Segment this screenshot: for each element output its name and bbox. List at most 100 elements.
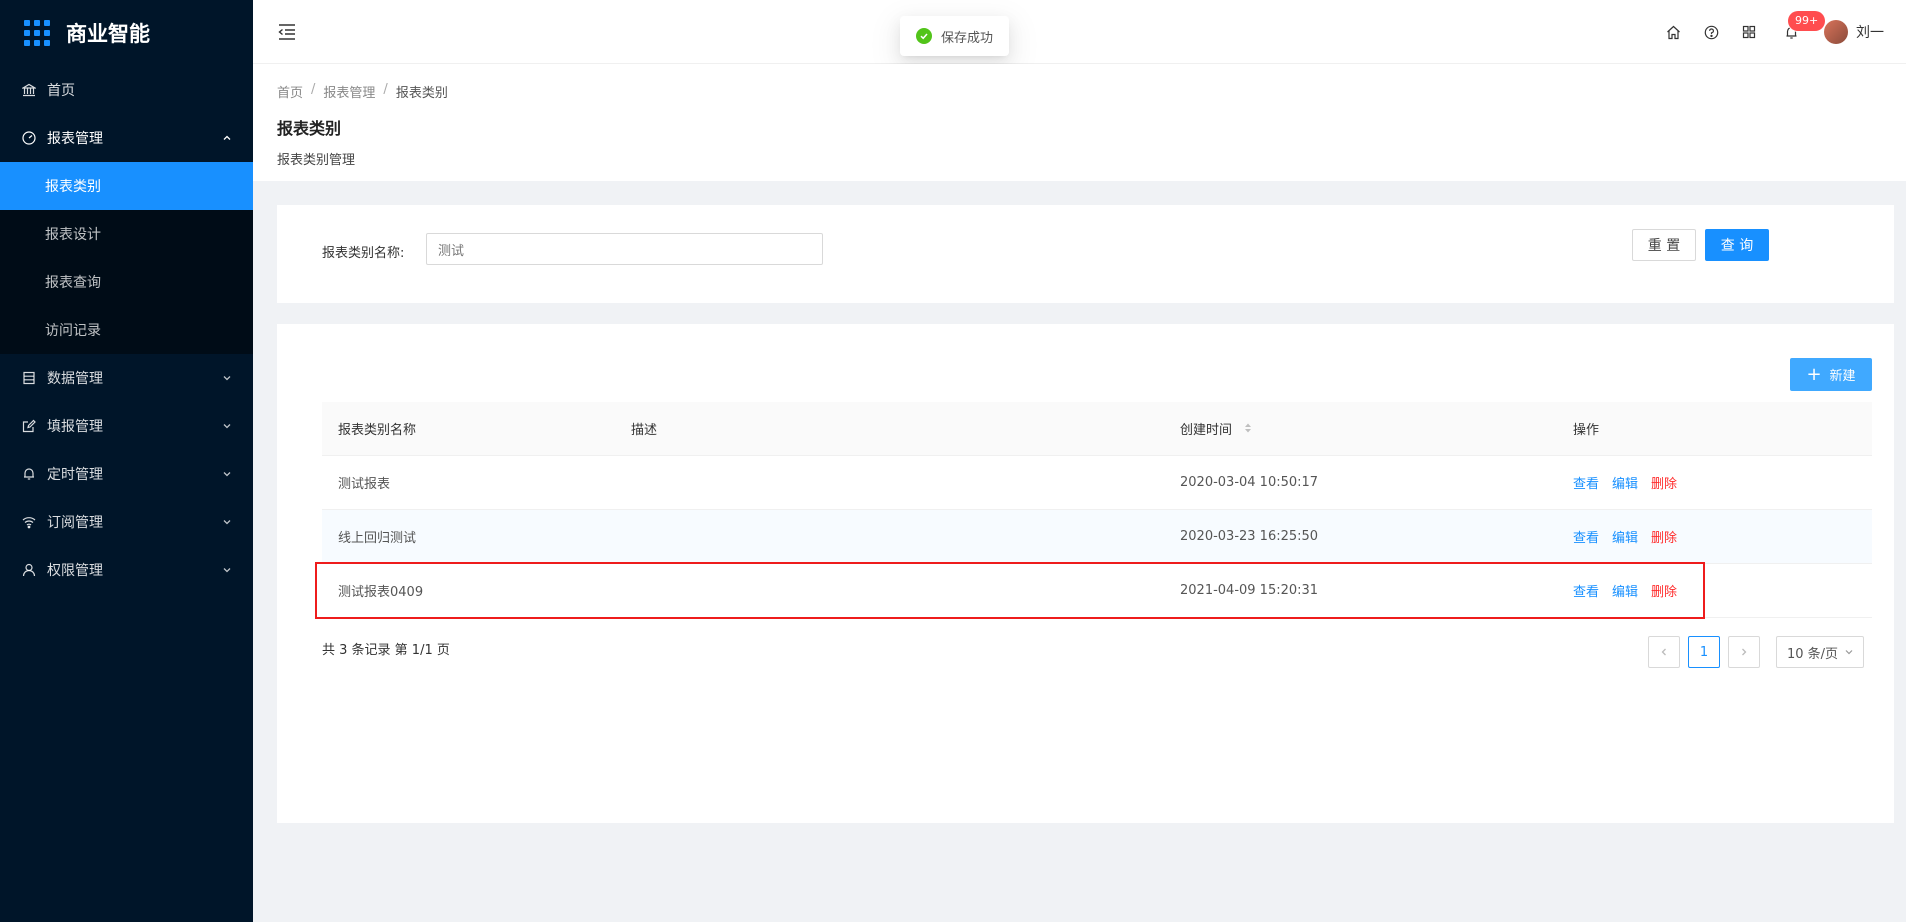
page-header: 首页 / 报表管理 / 报表类别 报表类别 报表类别管理 [253, 64, 1906, 181]
sidebar-item-label: 报表管理 [47, 131, 103, 147]
menu-fold-icon[interactable] [277, 23, 297, 41]
chevron-down-icon [221, 564, 233, 576]
help-icon[interactable] [1692, 0, 1730, 64]
delete-link[interactable]: 删除 [1651, 585, 1677, 600]
user-icon [22, 563, 36, 577]
cell-created-time: 2020-03-04 10:50:17 [1180, 475, 1319, 490]
sidebar-item-report-design[interactable]: 报表设计 [0, 210, 253, 258]
cell-actions: 查看 编辑 删除 [1557, 473, 1872, 492]
breadcrumb-separator: / [311, 82, 316, 97]
column-header-actions: 操作 [1573, 423, 1600, 438]
success-toast: 保存成功 [900, 16, 1010, 56]
chevron-up-icon [221, 132, 233, 144]
check-circle-icon [916, 28, 932, 44]
breadcrumb-separator: / [383, 82, 388, 97]
sidebar-item-label: 订阅管理 [47, 515, 103, 531]
cell-name: 线上回归测试 [338, 531, 417, 546]
notification-bell[interactable]: 99+ [1772, 0, 1826, 64]
new-button[interactable]: + 新建 [1790, 358, 1872, 391]
sidebar-item-label: 权限管理 [47, 563, 103, 579]
view-link[interactable]: 查看 [1573, 477, 1599, 492]
page-size-select[interactable]: 10 条/页 [1776, 636, 1864, 668]
delete-link[interactable]: 删除 [1651, 531, 1677, 546]
sidebar-item-report-category[interactable]: 报表类别 [0, 162, 253, 210]
side-menu: 首页 报表管理 报表类别 报表设计 报表查询 访问记录 数据管理 填报管理 定时… [0, 66, 253, 594]
header-actions: 99+ 刘一 [1654, 0, 1906, 64]
notification-badge: 99+ [1788, 11, 1826, 31]
next-page-button[interactable] [1728, 636, 1760, 668]
toast-message: 保存成功 [941, 30, 994, 46]
cell-name: 测试报表0409 [338, 585, 424, 600]
cell-actions: 查看 编辑 删除 [1557, 581, 1872, 600]
sidebar-item-label: 首页 [47, 83, 75, 99]
cell-created-time: 2021-04-09 15:20:31 [1180, 583, 1319, 598]
sidebar-item-permission-management[interactable]: 权限管理 [0, 546, 253, 594]
breadcrumb-home[interactable]: 首页 [277, 82, 303, 101]
sidebar: 商业智能 首页 报表管理 报表类别 报表设计 报表查询 访问记录 数据管理 填报… [0, 0, 253, 922]
apps-logo-icon [24, 20, 50, 46]
sidebar-item-report-query[interactable]: 报表查询 [0, 258, 253, 306]
reset-button[interactable]: 重 置 [1632, 229, 1696, 261]
column-header-name: 报表类别名称 [338, 423, 417, 438]
report-category-table: 报表类别名称 描述 创建时间 操作 测试报表 2020-03-04 10:50:… [322, 402, 1872, 618]
sidebar-item-data-management[interactable]: 数据管理 [0, 354, 253, 402]
edit-link[interactable]: 编辑 [1612, 477, 1638, 492]
delete-link[interactable]: 删除 [1651, 477, 1677, 492]
chevron-down-icon [221, 468, 233, 480]
cell-created-time: 2020-03-23 16:25:50 [1180, 529, 1319, 544]
logo[interactable]: 商业智能 [0, 0, 253, 66]
form-icon [22, 419, 36, 433]
page-1-button[interactable]: 1 [1688, 636, 1720, 668]
plus-icon: + [1806, 363, 1822, 385]
chevron-down-icon [1845, 650, 1853, 655]
appstore-icon[interactable] [1730, 0, 1768, 64]
bell-icon [22, 467, 36, 481]
sidebar-item-label: 定时管理 [47, 467, 103, 483]
cell-actions: 查看 编辑 删除 [1557, 527, 1872, 546]
new-button-label: 新建 [1829, 369, 1856, 384]
table-card: + 新建 报表类别名称 描述 创建时间 操作 测试报表 2020-03-04 1… [277, 324, 1894, 823]
database-icon [22, 371, 36, 385]
query-button[interactable]: 查 询 [1705, 229, 1769, 261]
search-form-card: 报表类别名称: 重 置 查 询 [277, 205, 1894, 303]
home-icon[interactable] [1654, 0, 1692, 64]
sidebar-item-fill-management[interactable]: 填报管理 [0, 402, 253, 450]
view-link[interactable]: 查看 [1573, 585, 1599, 600]
sidebar-item-home[interactable]: 首页 [0, 66, 253, 114]
page-size-value: 10 条/页 [1787, 646, 1839, 662]
top-header: 保存成功 99+ 刘一 [253, 0, 1906, 64]
column-header-created-time[interactable]: 创建时间 [1164, 419, 1557, 439]
edit-link[interactable]: 编辑 [1612, 585, 1638, 600]
chevron-down-icon [221, 516, 233, 528]
chevron-right-icon [1742, 648, 1747, 656]
category-name-input[interactable] [426, 233, 823, 265]
username[interactable]: 刘一 [1856, 22, 1884, 42]
page-title: 报表类别 [277, 119, 342, 138]
breadcrumb: 首页 / 报表管理 / 报表类别 [277, 82, 1882, 101]
sidebar-item-report-management[interactable]: 报表管理 [0, 114, 253, 162]
app-title: 商业智能 [66, 22, 150, 46]
table-header-row: 报表类别名称 描述 创建时间 操作 [322, 402, 1872, 456]
avatar[interactable] [1824, 20, 1848, 44]
chevron-down-icon [221, 372, 233, 384]
report-submenu: 报表类别 报表设计 报表查询 访问记录 [0, 162, 253, 354]
edit-link[interactable]: 编辑 [1612, 531, 1638, 546]
bank-icon [22, 83, 36, 97]
page-description: 报表类别管理 [277, 153, 356, 168]
breadcrumb-report-management[interactable]: 报表管理 [323, 82, 375, 101]
wifi-icon [22, 515, 36, 529]
sidebar-item-label: 填报管理 [47, 419, 103, 435]
sidebar-item-subscription-management[interactable]: 订阅管理 [0, 498, 253, 546]
view-link[interactable]: 查看 [1573, 531, 1599, 546]
cell-name: 测试报表 [338, 477, 391, 492]
sidebar-item-schedule-management[interactable]: 定时管理 [0, 450, 253, 498]
breadcrumb-current: 报表类别 [395, 86, 448, 101]
dashboard-icon [22, 131, 36, 145]
prev-page-button[interactable] [1648, 636, 1680, 668]
chevron-left-icon [1661, 648, 1666, 656]
sort-icon[interactable] [1244, 422, 1252, 438]
table-row: 测试报表0409 2021-04-09 15:20:31 查看 编辑 删除 [322, 564, 1872, 618]
table-row: 线上回归测试 2020-03-23 16:25:50 查看 编辑 删除 [322, 510, 1872, 564]
column-header-description: 描述 [631, 423, 658, 438]
sidebar-item-access-log[interactable]: 访问记录 [0, 306, 253, 354]
